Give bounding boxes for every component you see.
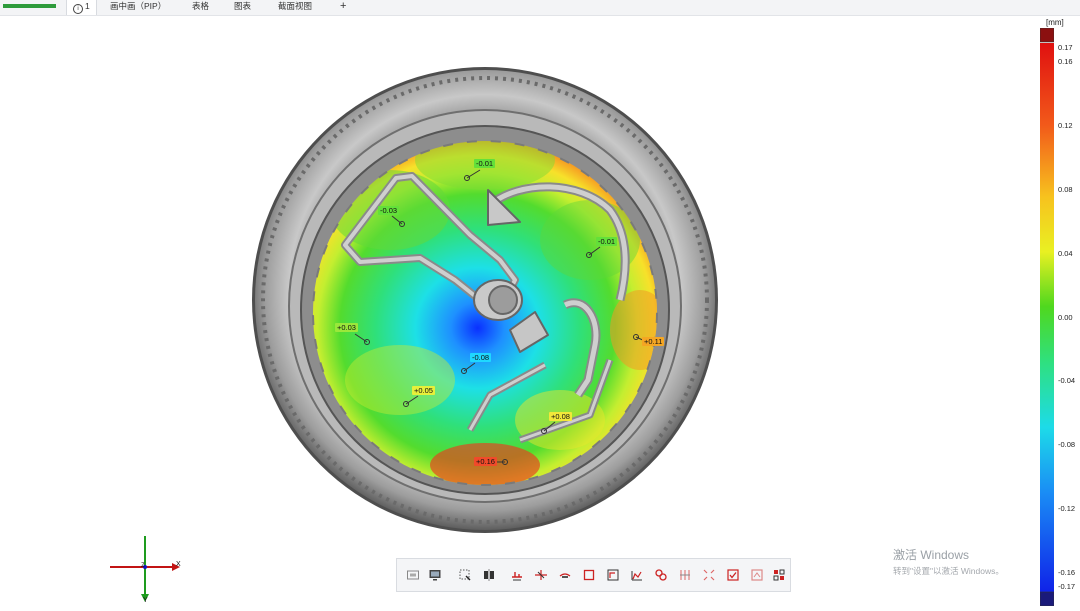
windows-activation-title: 激活 Windows: [893, 548, 970, 562]
scale-tick: 0.16: [1058, 57, 1073, 66]
crosshair-icon[interactable]: [701, 567, 715, 581]
square-icon[interactable]: [581, 567, 595, 581]
display-icon[interactable]: [427, 567, 441, 581]
scale-tick: 0.08: [1058, 185, 1073, 194]
add-tab-button[interactable]: +: [334, 0, 352, 15]
info-icon: i: [73, 4, 83, 14]
deviation-label[interactable]: +0.16: [474, 457, 497, 466]
deviation-label[interactable]: +0.08: [549, 412, 572, 421]
progress-indicator: [3, 4, 56, 8]
histogram-icon[interactable]: [629, 567, 643, 581]
screenshot-icon[interactable]: [405, 567, 419, 581]
tab-bar: i1 画中画（PIP） 表格 图表 截面视图 +: [0, 0, 1080, 16]
wheel-scene: [110, 67, 718, 602]
tab-section-view[interactable]: 截面视图: [272, 0, 318, 15]
scale-tick: 0.00: [1058, 313, 1073, 322]
tab-pip[interactable]: 画中画（PIP）: [104, 0, 172, 15]
view-toolbar: [396, 558, 791, 592]
scale-tick: 0.12: [1058, 121, 1073, 130]
deviation-label[interactable]: +0.05: [412, 386, 435, 395]
scale-tick: -0.04: [1058, 376, 1076, 385]
axis-triad: [110, 536, 180, 602]
report-icon[interactable]: [749, 567, 763, 581]
height-diff-icon[interactable]: [509, 567, 523, 581]
scale-tick: -0.08: [1058, 440, 1076, 449]
frame-icon[interactable]: [605, 567, 619, 581]
split-icon[interactable]: [481, 567, 495, 581]
deviation-label[interactable]: -0.03: [378, 206, 400, 215]
scale-tick: -0.16: [1058, 568, 1076, 577]
windows-activation-subtitle: 转到"设置"以激活 Windows。: [893, 566, 1004, 576]
deviation-label[interactable]: -0.01: [596, 237, 618, 246]
deviation-label[interactable]: +0.03: [335, 323, 358, 332]
chain-icon[interactable]: [653, 567, 667, 581]
tab-table[interactable]: 表格: [186, 0, 215, 15]
y-axis-label: Y: [143, 597, 148, 604]
select-icon[interactable]: [457, 567, 471, 581]
grid-icon[interactable]: [677, 567, 691, 581]
deviation-label[interactable]: -0.01: [474, 159, 496, 168]
flush-icon[interactable]: [557, 567, 571, 581]
color-scale-bar[interactable]: [1039, 27, 1055, 607]
deviation-label[interactable]: -0.08: [470, 353, 492, 362]
z-axis-label: Z: [141, 563, 145, 569]
scale-tick: 0.17: [1058, 43, 1073, 52]
section-icon[interactable]: [533, 567, 547, 581]
scale-tick: -0.17: [1058, 582, 1076, 591]
x-axis-label: X: [176, 561, 181, 568]
settings-icon[interactable]: [771, 567, 785, 581]
tab-1[interactable]: i1: [66, 0, 97, 15]
deviation-label[interactable]: +0.11: [642, 337, 665, 346]
3d-viewport[interactable]: X Y Z -0.01 -0.03 -0.01 +0.03 -0.08 +0.1…: [0, 16, 1080, 608]
scale-tick: -0.12: [1058, 504, 1076, 513]
check-icon[interactable]: [725, 567, 739, 581]
tab-1-label: 1: [85, 1, 90, 11]
tab-chart[interactable]: 图表: [228, 0, 257, 15]
scale-tick: 0.04: [1058, 249, 1073, 258]
scale-unit: [mm]: [1046, 18, 1064, 27]
